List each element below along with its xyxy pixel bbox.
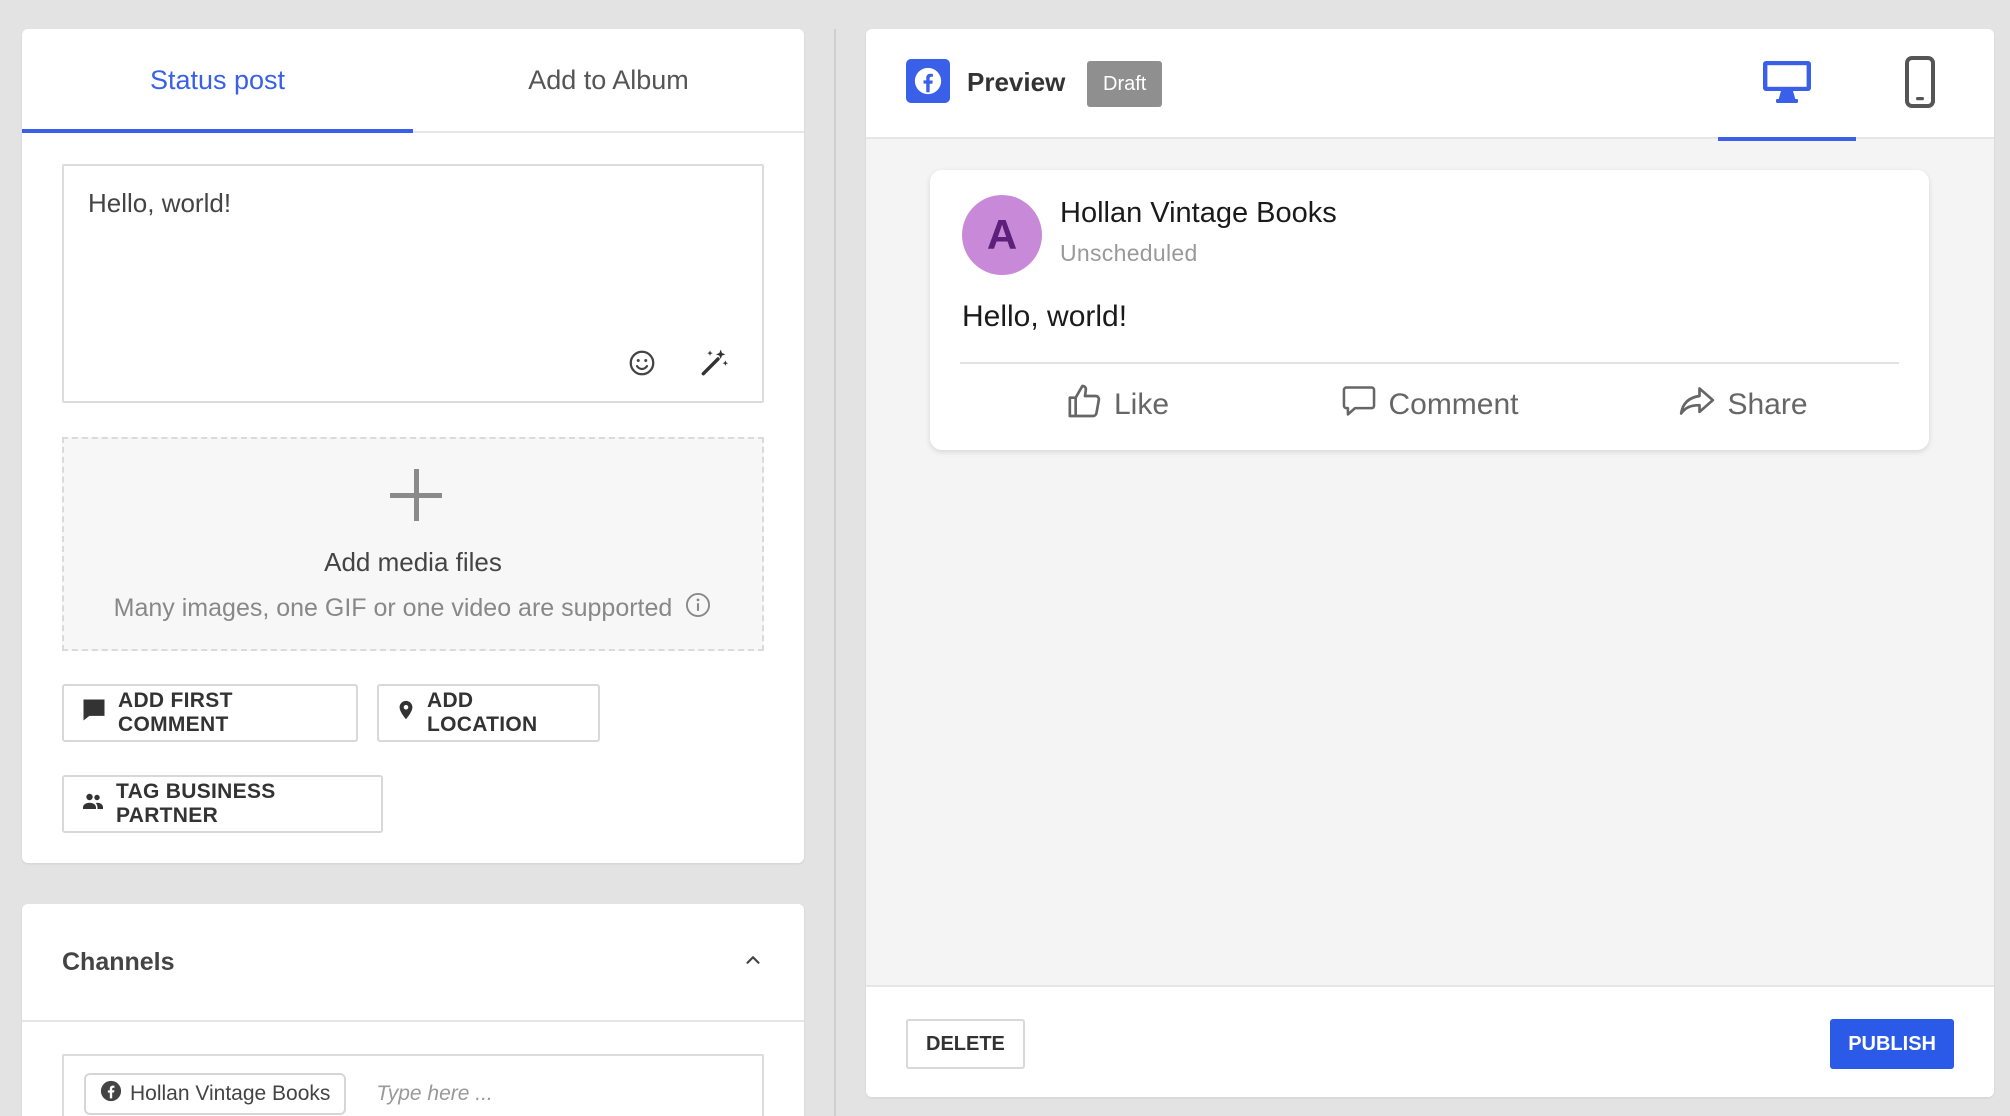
- thumbs-up-icon: [1064, 381, 1104, 429]
- preview-title: Preview: [967, 67, 1066, 97]
- dropzone-subtitle: Many images, one GIF or one video are su…: [64, 591, 762, 626]
- location-pin-icon: [395, 698, 417, 728]
- schedule-status: Unscheduled: [1060, 240, 1198, 266]
- status-badge: Draft: [1087, 61, 1163, 107]
- tab-add-to-album[interactable]: Add to Album: [413, 29, 804, 131]
- preview-panel: Preview Draft A Hollan Vintage Books Uns…: [866, 29, 1994, 1097]
- tab-status-post[interactable]: Status post: [22, 29, 413, 133]
- info-icon[interactable]: [684, 591, 712, 626]
- post-preview: A Hollan Vintage Books Unscheduled Hello…: [930, 170, 1929, 450]
- post-divider: [960, 362, 1899, 364]
- emoji-icon[interactable]: [626, 347, 658, 379]
- dropzone-subtitle-text: Many images, one GIF or one video are su…: [113, 594, 673, 622]
- add-location-label: ADD LOCATION: [427, 689, 538, 736]
- media-dropzone[interactable]: Add media files Many images, one GIF or …: [62, 437, 764, 651]
- add-location-button[interactable]: ADD LOCATION: [377, 684, 600, 742]
- tag-business-partner-label: TAG BUSINESS PARTNER: [116, 780, 276, 827]
- like-label: Like: [1113, 388, 1170, 421]
- preview-footer: DELETE PUBLISH: [866, 985, 1994, 1097]
- post-text: Hello, world!: [962, 300, 1128, 333]
- panel-divider: [834, 29, 836, 1116]
- mobile-icon: [1904, 55, 1936, 113]
- post-editor-card: Status post Add to Album Hello, world! A…: [22, 29, 804, 863]
- add-first-comment-button[interactable]: ADD FIRST COMMENT: [62, 684, 358, 742]
- tag-business-partner-button[interactable]: TAG BUSINESS PARTNER: [62, 775, 383, 833]
- share-arrow-icon: [1677, 381, 1717, 429]
- message-textarea[interactable]: Hello, world!: [62, 164, 764, 403]
- channels-card: Channels Hollan Vintage Books Type here …: [22, 904, 804, 1116]
- add-first-comment-label: ADD FIRST COMMENT: [118, 689, 233, 736]
- tab-mobile-preview[interactable]: [1851, 29, 1989, 139]
- comment-icon: [80, 696, 108, 730]
- facebook-icon: [906, 59, 950, 103]
- facebook-icon: [100, 1080, 122, 1108]
- channels-search-placeholder[interactable]: Type here ...: [376, 1082, 492, 1106]
- comment-action: Comment: [1273, 365, 1586, 445]
- channel-chip-label: Hollan Vintage Books: [130, 1082, 331, 1105]
- dropzone-title: Add media files: [324, 547, 502, 577]
- publish-button[interactable]: PUBLISH: [1830, 1019, 1954, 1069]
- comment-label: Comment: [1388, 388, 1519, 421]
- avatar: A: [962, 195, 1042, 275]
- post-type-tabs: Status post Add to Album: [22, 29, 804, 133]
- channels-title: Channels: [62, 947, 175, 976]
- like-action: Like: [960, 365, 1273, 445]
- desktop-icon: [1761, 58, 1813, 111]
- page-name: Hollan Vintage Books: [1060, 197, 1337, 229]
- preview-header: Preview Draft: [866, 29, 1994, 141]
- message-text[interactable]: Hello, world!: [88, 188, 231, 218]
- share-action: Share: [1586, 365, 1899, 445]
- tab-desktop-preview[interactable]: [1718, 29, 1856, 141]
- channels-header[interactable]: Channels: [22, 904, 804, 1022]
- channel-chip[interactable]: Hollan Vintage Books: [84, 1073, 347, 1115]
- chevron-up-icon[interactable]: [742, 949, 764, 976]
- share-label: Share: [1727, 388, 1808, 421]
- magic-wand-icon[interactable]: [698, 347, 730, 379]
- comment-bubble-icon: [1340, 382, 1378, 428]
- people-icon: [80, 789, 106, 819]
- plus-icon: [390, 469, 442, 521]
- channels-input[interactable]: Hollan Vintage Books Type here ...: [62, 1054, 764, 1116]
- delete-button[interactable]: DELETE: [906, 1019, 1025, 1069]
- post-actions: Like Comment Share: [960, 365, 1899, 445]
